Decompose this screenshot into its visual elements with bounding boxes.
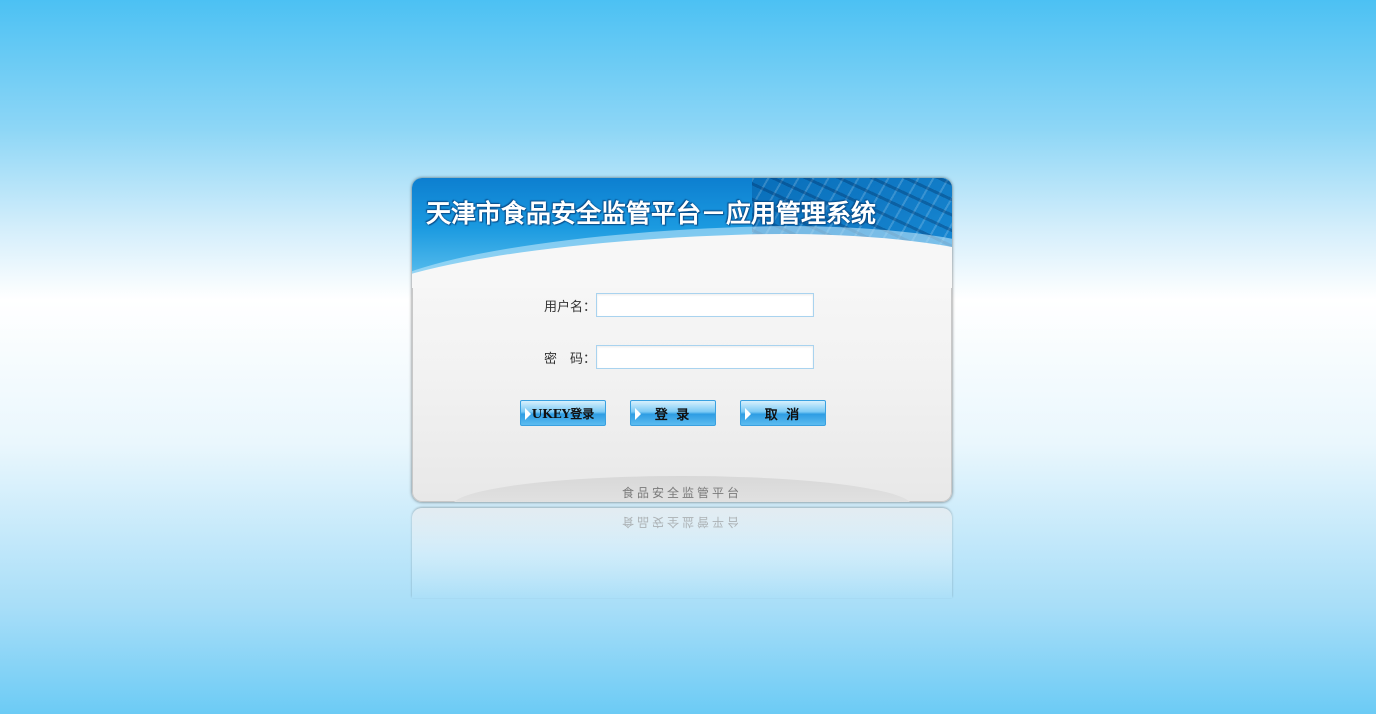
- header-banner: 天津市食品安全监管平台－应用管理系统: [412, 178, 952, 288]
- login-label: 登 录: [654, 407, 692, 423]
- arrow-right-icon: [635, 408, 641, 420]
- password-input[interactable]: [596, 345, 814, 369]
- username-row: 用户名：: [532, 291, 814, 319]
- arrow-right-icon: [745, 408, 751, 420]
- panel-reflection: 食品安全监管平台: [412, 508, 952, 598]
- ukey-login-button[interactable]: UKEY登录: [520, 400, 606, 426]
- ukey-login-label: UKEY登录: [531, 406, 595, 421]
- cancel-button[interactable]: 取 消: [740, 400, 826, 426]
- system-title: 天津市食品安全监管平台－应用管理系统: [426, 199, 877, 228]
- username-label: 用户名：: [543, 299, 596, 315]
- cancel-label: 取 消: [764, 407, 802, 423]
- footer-text: 食品安全监管平台: [621, 486, 742, 500]
- password-label: 密 码：: [543, 351, 596, 367]
- username-input[interactable]: [596, 293, 814, 317]
- arrow-right-icon: [525, 408, 531, 420]
- reflection-text: 食品安全监管平台: [621, 515, 742, 529]
- password-row: 密 码：: [532, 343, 814, 371]
- login-button[interactable]: 登 录: [630, 400, 716, 426]
- login-panel: 天津市食品安全监管平台－应用管理系统 用户名： 密 码： UKEY登录 登 录 …: [412, 178, 952, 502]
